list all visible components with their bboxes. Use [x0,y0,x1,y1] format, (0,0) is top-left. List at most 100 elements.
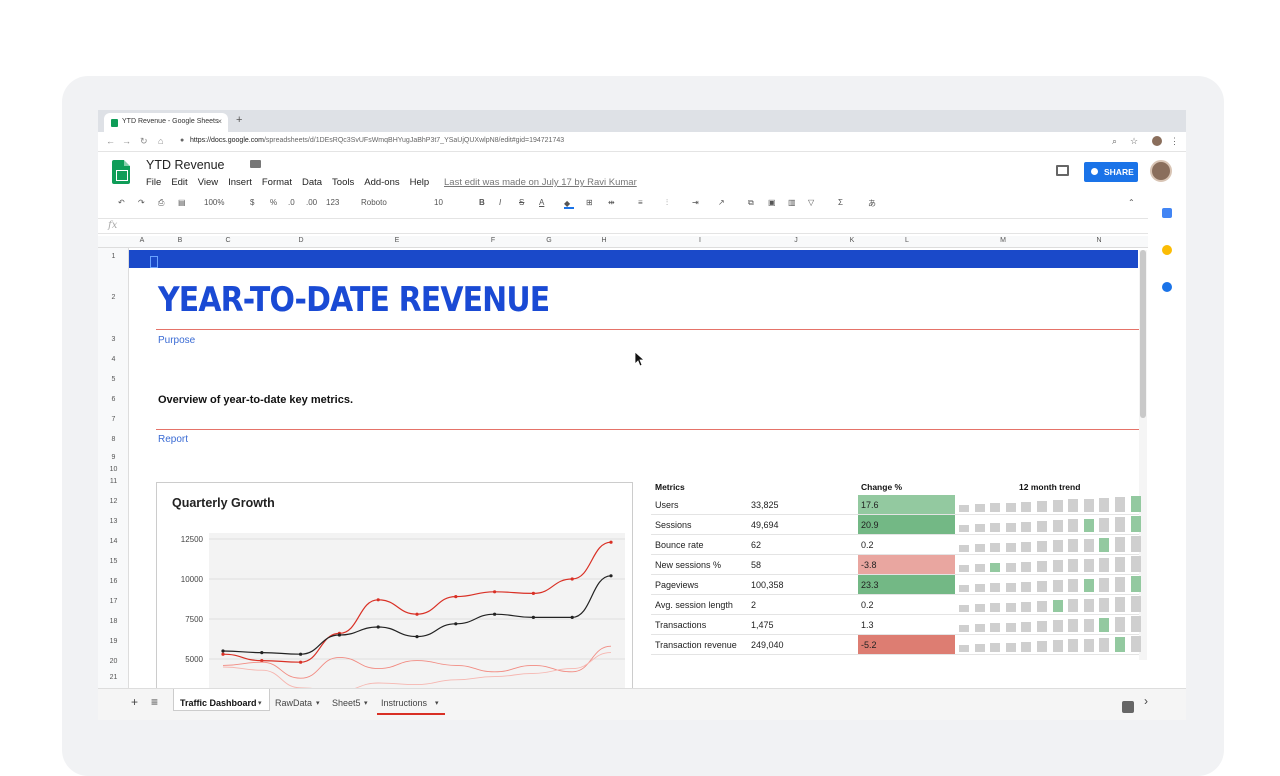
data-point[interactable] [260,651,264,655]
column-header-k[interactable]: K [842,237,862,244]
data-point[interactable] [609,540,613,544]
quarterly-growth-chart[interactable]: 12500 10000 7500 5000 Quarterly Growth [156,482,633,720]
data-point[interactable] [609,574,613,578]
browser-tab[interactable]: YTD Revenue - Google Sheets × [104,113,228,132]
column-header-m[interactable]: M [993,237,1013,244]
sidepanel-toggle-icon[interactable]: › [1144,694,1148,708]
tab-instructions[interactable]: Instructions [381,698,427,708]
insert-chart-icon[interactable]: ▥ [788,198,796,207]
data-point[interactable] [221,649,225,653]
input-tools-icon[interactable]: あ [868,198,876,209]
last-edit-link[interactable]: Last edit was made on July 17 by Ravi Ku… [444,177,637,188]
data-point[interactable] [299,660,303,664]
percent-button[interactable]: % [270,198,277,207]
column-header-l[interactable]: L [897,237,917,244]
row-header-20[interactable]: 20 [98,658,129,665]
star-icon[interactable]: ☆ [1130,136,1138,147]
row-header-1[interactable]: 1 [98,253,129,260]
metric-value[interactable]: 58 [751,560,761,570]
menu-item-insert[interactable]: Insert [228,177,252,188]
column-header-f[interactable]: F [483,237,503,244]
tab-dropdown-icon[interactable]: ▾ [258,699,262,707]
back-icon[interactable]: ← [106,136,115,146]
row-header-12[interactable]: 12 [98,498,129,505]
menu-item-edit[interactable]: Edit [171,177,187,188]
functions-icon[interactable]: Σ [838,198,843,207]
explore-icon[interactable] [1122,701,1134,713]
column-header-e[interactable]: E [387,237,407,244]
tasks-icon[interactable] [1162,282,1172,292]
collapse-icon[interactable]: ⌃ [1128,198,1135,207]
comments-icon[interactable] [1056,165,1069,176]
row-header-6[interactable]: 6 [98,396,129,403]
tab-rawdata[interactable]: RawData [275,698,312,708]
column-header-n[interactable]: N [1089,237,1109,244]
metric-value[interactable]: 62 [751,540,761,550]
metric-change[interactable]: 23.3 [861,580,879,590]
metric-name[interactable]: Bounce rate [655,540,704,550]
column-header-g[interactable]: G [539,237,559,244]
new-tab-button[interactable]: + [236,114,242,126]
metric-name[interactable]: Avg. session length [655,600,733,610]
avatar[interactable] [1150,160,1172,182]
metric-value[interactable]: 33,825 [751,500,779,510]
reload-icon[interactable]: ↻ [140,136,148,147]
column-header-b[interactable]: B [170,237,190,244]
tab-dropdown-icon[interactable]: ▾ [435,699,439,707]
row-header-8[interactable]: 8 [98,436,129,443]
metric-change[interactable]: -3.8 [861,560,877,570]
all-sheets-button[interactable]: ≡ [151,695,158,709]
metric-value[interactable]: 1,475 [751,620,774,630]
data-point[interactable] [570,615,574,619]
metric-name[interactable]: Users [655,500,679,510]
decrease-decimal-button[interactable]: .0 [288,198,295,207]
insert-link-icon[interactable]: ⧉ [748,198,754,208]
row-header-10[interactable]: 10 [98,466,129,473]
share-button[interactable]: SHARE [1084,162,1138,182]
tab-dropdown-icon[interactable]: ▾ [364,699,368,707]
data-point[interactable] [376,598,380,602]
doc-title[interactable]: YTD Revenue [146,158,225,172]
row-header-9[interactable]: 9 [98,454,129,461]
metric-value[interactable]: 100,358 [751,580,784,590]
folder-icon[interactable] [250,160,261,168]
data-point[interactable] [337,633,341,637]
data-point[interactable] [493,590,497,594]
row-header-11[interactable]: 11 [98,478,129,485]
row-header-5[interactable]: 5 [98,376,129,383]
data-point[interactable] [454,595,458,599]
profile-avatar[interactable] [1152,136,1162,146]
menu-item-view[interactable]: View [198,177,218,188]
metric-value[interactable]: 249,040 [751,640,784,650]
menu-item-format[interactable]: Format [262,177,292,188]
strikethrough-button[interactable]: S [519,198,524,207]
column-header-h[interactable]: H [594,237,614,244]
merge-cells-icon[interactable]: ⇹ [608,198,615,207]
report-label[interactable]: Report [158,434,188,445]
metric-change[interactable]: -5.2 [861,640,877,650]
home-icon[interactable]: ⌂ [158,136,163,146]
data-point[interactable] [221,652,225,656]
forward-icon[interactable]: → [122,136,131,146]
insert-comment-icon[interactable]: ▣ [768,198,776,207]
redo-icon[interactable]: ↷ [138,198,145,207]
metric-change[interactable]: 0.2 [861,600,874,610]
row-header-18[interactable]: 18 [98,618,129,625]
tab-sheet5[interactable]: Sheet5 [332,698,361,708]
print-icon[interactable]: ⎙ [158,198,164,208]
menu-item-addons[interactable]: Add-ons [364,177,399,188]
row-header-7[interactable]: 7 [98,416,129,423]
row-header-3[interactable]: 3 [98,336,129,343]
keep-icon[interactable] [1162,245,1172,255]
row-header-21[interactable]: 21 [98,674,129,681]
metric-value[interactable]: 49,694 [751,520,779,530]
row-header-19[interactable]: 19 [98,638,129,645]
metric-name[interactable]: Sessions [655,520,692,530]
scrollbar-thumb[interactable] [1140,250,1146,418]
column-header-i[interactable]: I [690,237,710,244]
more-formats-button[interactable]: 123 [326,198,339,207]
data-point[interactable] [570,577,574,581]
metric-change[interactable]: 20.9 [861,520,879,530]
bold-button[interactable]: B [479,198,485,207]
filter-icon[interactable]: ▽ [808,198,814,207]
